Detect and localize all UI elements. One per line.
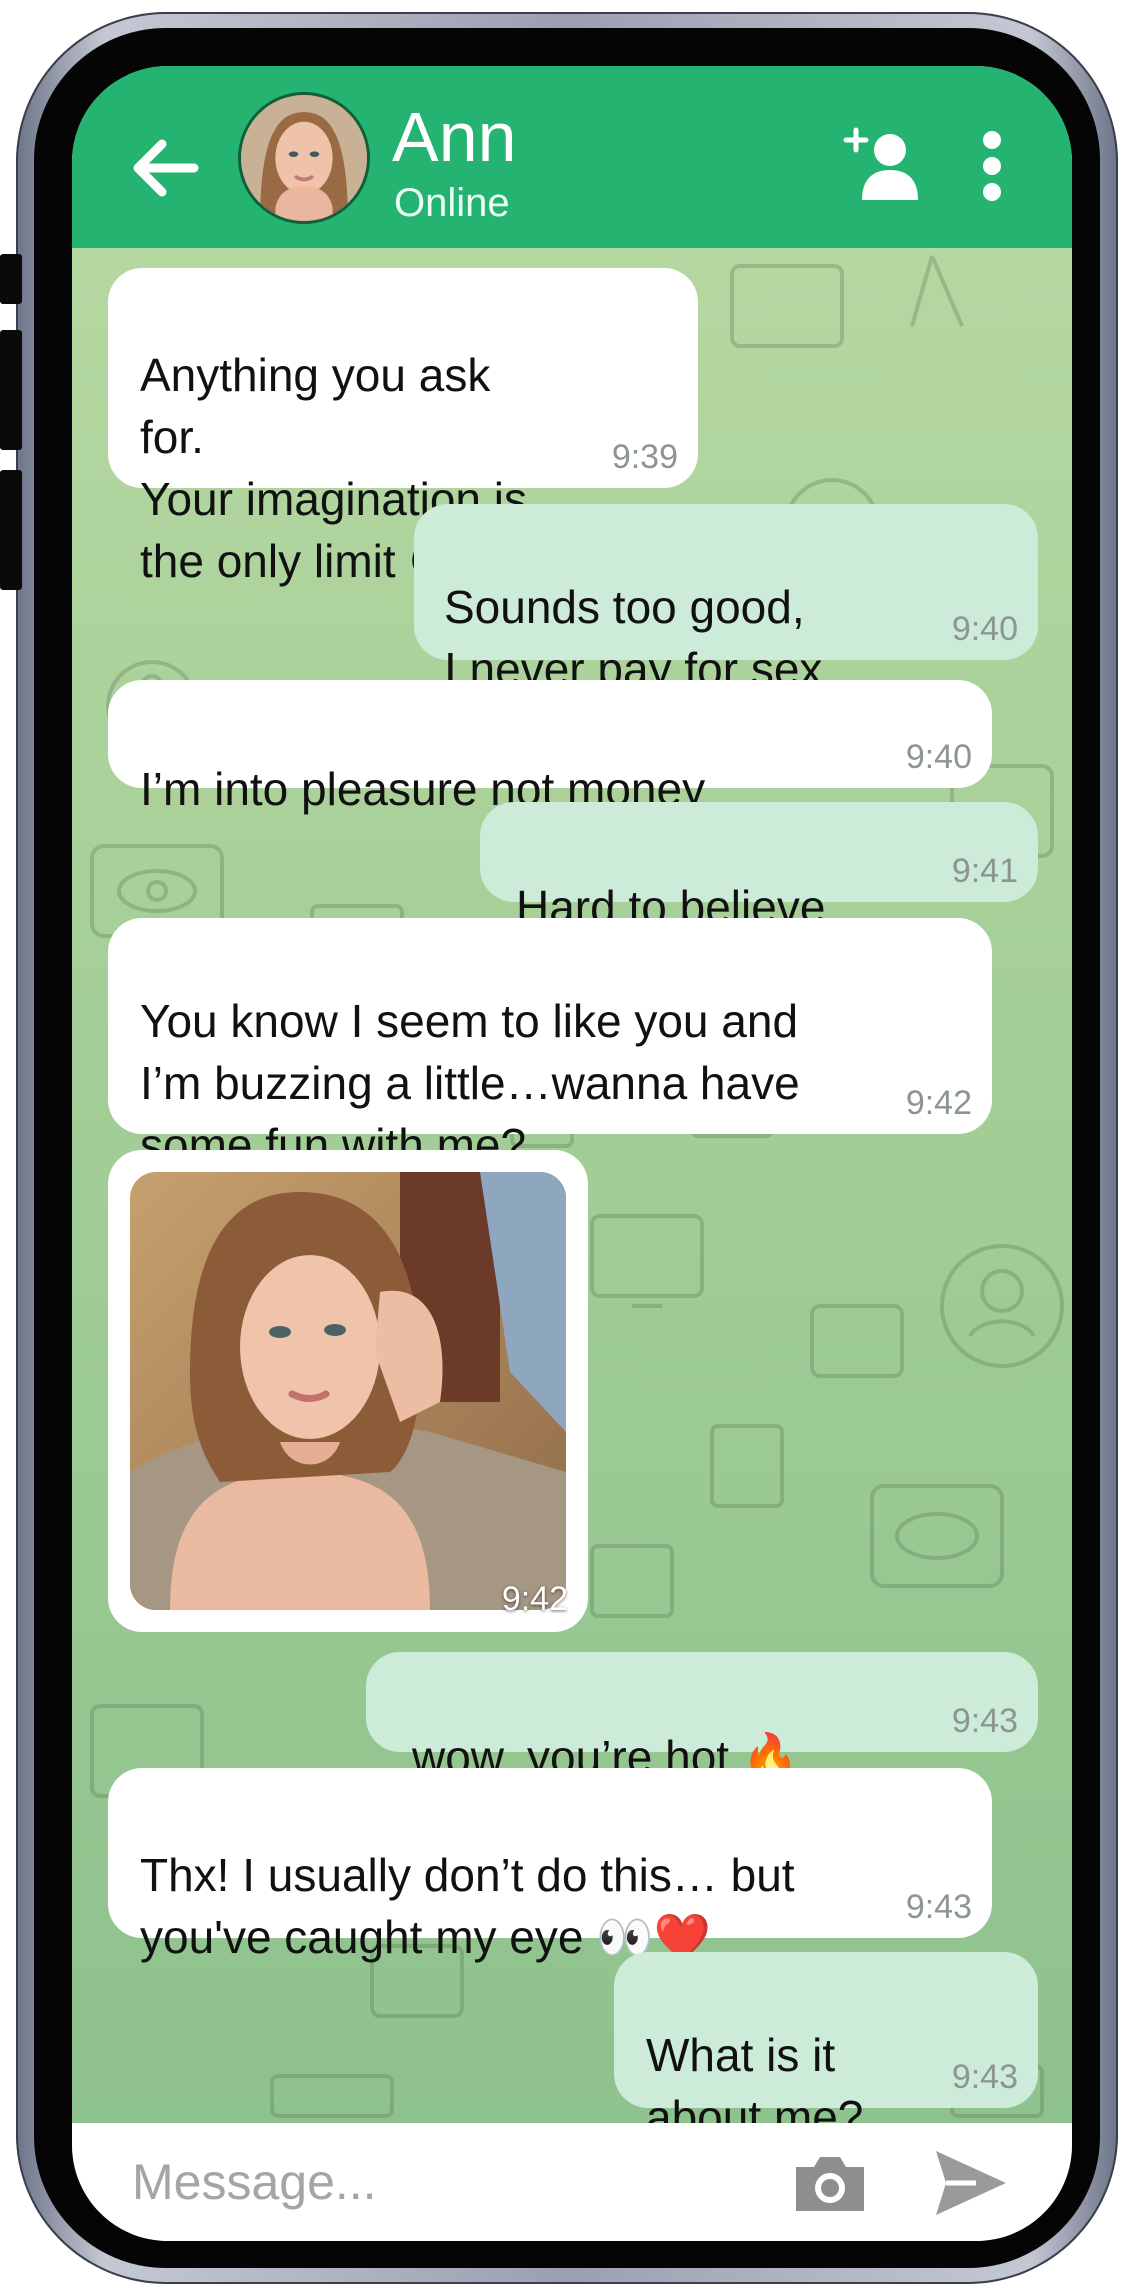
back-arrow-icon	[133, 139, 199, 197]
chat-screen: Ann Online Anything you ask for. Your im…	[72, 66, 1072, 2241]
message-bubble-incoming[interactable]: Anything you ask for. Your imagination i…	[108, 268, 698, 587]
avatar-image	[241, 95, 367, 221]
message-bubble-outgoing[interactable]: Sounds too good, I never pay for sex 9:4…	[414, 504, 1038, 695]
message-time: 9:43	[905, 1888, 972, 1926]
add-contact-button[interactable]	[842, 124, 926, 208]
side-button	[0, 254, 22, 304]
message-bubble-outgoing[interactable]: wow, you’re hot 🔥 9:43	[366, 1652, 1038, 1783]
message-bubble-incoming[interactable]: You know I seem to like you and I’m buzz…	[108, 918, 992, 1171]
photo-image	[130, 1172, 566, 1610]
message-text: You know I seem to like you and I’m buzz…	[140, 995, 800, 1171]
message-time: 9:39	[611, 438, 678, 476]
shared-photo[interactable]	[130, 1172, 566, 1610]
message-bubble-outgoing[interactable]: Hard to believe 9:41	[480, 802, 1038, 933]
message-time: 9:40	[905, 738, 972, 776]
message-time: 9:40	[951, 610, 1018, 648]
more-vertical-icon	[983, 131, 1001, 201]
chat-header: Ann Online	[72, 66, 1072, 248]
send-icon	[936, 2151, 1006, 2215]
more-options-button[interactable]	[972, 124, 1012, 208]
contact-status: Online	[394, 181, 510, 225]
message-composer	[72, 2123, 1072, 2241]
camera-button[interactable]	[790, 2143, 870, 2223]
contact-name[interactable]: Ann	[392, 102, 517, 172]
message-text: Thx! I usually don’t do this… but you've…	[140, 1849, 795, 1963]
message-time: 9:43	[951, 2058, 1018, 2096]
message-input[interactable]	[130, 2145, 734, 2219]
camera-icon	[796, 2157, 864, 2211]
contact-avatar[interactable]	[238, 92, 370, 224]
message-bubble-incoming[interactable]: Thx! I usually don’t do this… but you've…	[108, 1768, 992, 1963]
photo-message[interactable]: 9:42	[108, 1150, 588, 1632]
message-time: 9:43	[951, 1702, 1018, 1740]
side-button	[0, 470, 22, 590]
message-time: 9:42	[501, 1580, 568, 1618]
send-button[interactable]	[930, 2145, 1010, 2221]
message-time: 9:42	[905, 1084, 972, 1122]
message-bubble-incoming[interactable]: I’m into pleasure not money 9:40	[108, 680, 992, 815]
message-bubble-outgoing[interactable]: What is it about me? 9:43	[614, 1952, 1038, 2143]
message-time: 9:41	[951, 852, 1018, 890]
add-contact-icon	[843, 127, 918, 200]
back-button[interactable]	[124, 128, 204, 208]
side-button	[0, 330, 22, 450]
